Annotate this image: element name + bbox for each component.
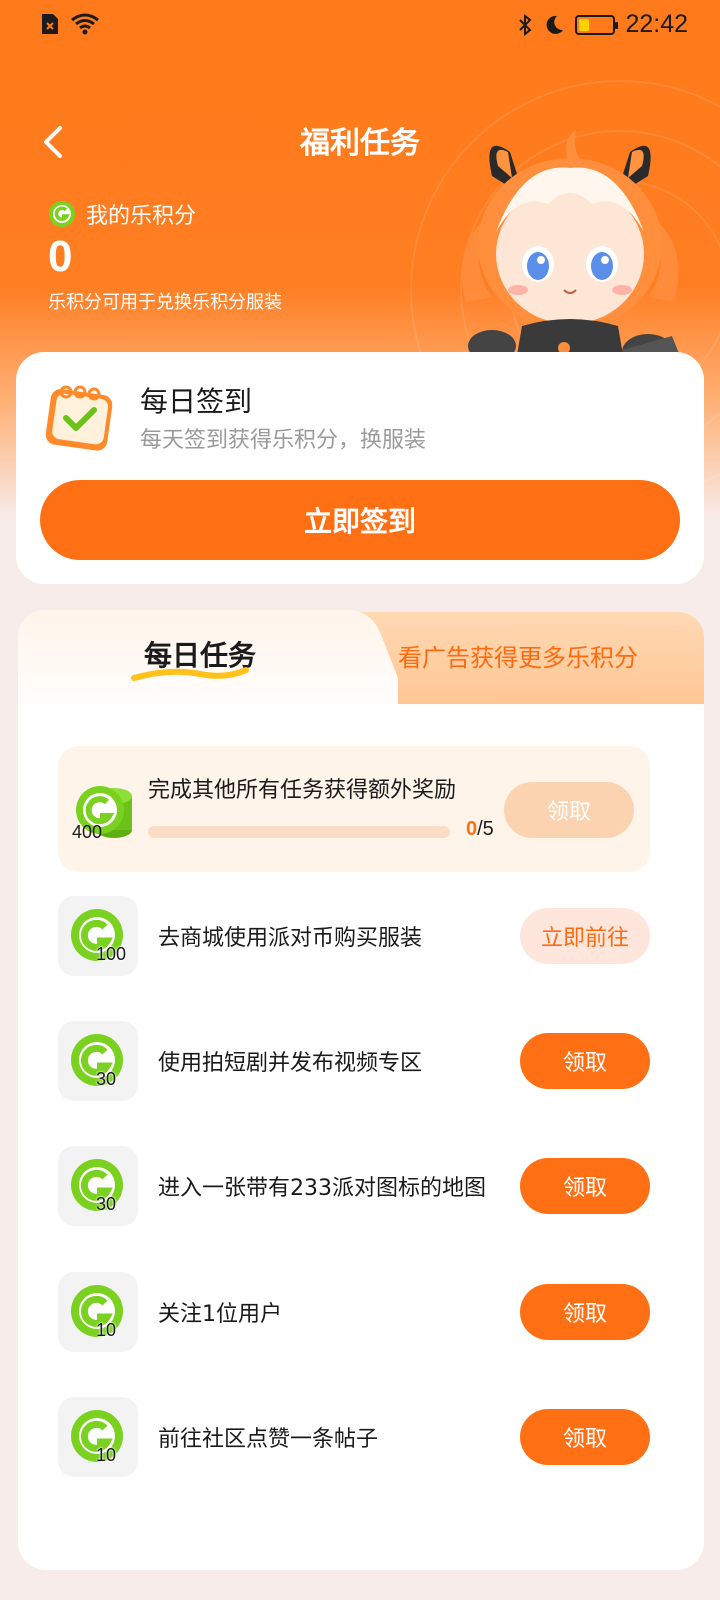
bonus-title: 完成其他所有任务获得额外奖励: [148, 778, 457, 803]
points-description: 乐积分可用于兑换乐积分服装: [48, 292, 282, 313]
task-reward-amount: 30: [96, 1194, 117, 1214]
task-icon-box: 30: [58, 1021, 138, 1101]
task-row: 100 去商城使用派对币购买服装 立即前往: [58, 896, 650, 976]
bonus-progress-total: /5: [477, 818, 494, 840]
mascot-illustration: [461, 130, 684, 384]
daily-sign-in-card: 每日签到 每天签到获得乐积分，换服装 立即签到: [16, 352, 704, 584]
moon-icon: [547, 15, 564, 34]
bonus-progress-text: 0/5: [466, 818, 494, 841]
sign-in-subtitle: 每天签到获得乐积分，换服装: [140, 428, 427, 453]
claim-button[interactable]: 领取: [520, 1158, 650, 1214]
bonus-claim-button[interactable]: 领取: [504, 782, 634, 838]
claim-button[interactable]: 领取: [520, 1409, 650, 1465]
sign-in-title: 每日签到: [140, 385, 253, 418]
task-list-card: 400 完成其他所有任务获得额外奖励 0/5 领取 100 去商城使用派对币购买服…: [18, 704, 704, 1570]
task-icon-box: 10: [58, 1272, 138, 1352]
bonus-task: 400 完成其他所有任务获得额外奖励 0/5 领取: [58, 746, 650, 872]
task-reward-amount: 10: [96, 1445, 117, 1465]
task-icon-box: 100: [58, 896, 138, 976]
battery-icon: [575, 14, 619, 35]
sim-icon: [42, 14, 58, 34]
task-row: 30 使用拍短剧并发布视频专区 领取: [58, 1021, 650, 1101]
task-reward-amount: 100: [96, 944, 127, 964]
task-reward-amount: 10: [96, 1320, 117, 1340]
task-description: 前往社区点赞一条帖子: [158, 1427, 379, 1452]
bonus-amount: 400: [72, 822, 103, 842]
task-reward-amount: 30: [96, 1069, 117, 1089]
bluetooth-icon: [519, 13, 532, 36]
task-description: 进入一张带有233派对图标的地图: [158, 1176, 486, 1201]
sign-in-button[interactable]: 立即签到: [40, 480, 680, 560]
bonus-progress-current: 0: [466, 818, 478, 840]
active-tab-underline: [131, 667, 249, 681]
chevron-up-icon[interactable]: [660, 358, 684, 376]
points-label: 我的乐积分: [86, 204, 197, 229]
points-value: 0: [48, 232, 73, 281]
task-description: 使用拍短剧并发布视频专区: [158, 1051, 423, 1076]
bonus-progress-bar: [148, 826, 450, 838]
task-row: 10 关注1位用户 领取: [58, 1272, 650, 1352]
status-bar: 22:42: [0, 0, 720, 48]
task-icon-box: 30: [58, 1146, 138, 1226]
claim-button[interactable]: 领取: [520, 1033, 650, 1089]
claim-button[interactable]: 领取: [520, 1284, 650, 1340]
task-description: 关注1位用户: [158, 1302, 282, 1327]
tab-watch-ads-label: 看广告获得更多乐积分: [398, 644, 638, 672]
go-now-button[interactable]: 立即前往: [520, 908, 650, 964]
task-icon-box: 10: [58, 1397, 138, 1477]
wifi-icon: [71, 13, 99, 35]
points-label-row: 我的乐积分: [48, 198, 196, 230]
task-description: 去商城使用派对币购买服装: [158, 926, 423, 951]
task-row: 10 前往社区点赞一条帖子 领取: [58, 1397, 650, 1477]
status-time: 22:42: [625, 10, 688, 38]
task-row: 30 进入一张带有233派对图标的地图 领取: [58, 1146, 650, 1226]
g-coin-icon: [49, 201, 75, 227]
calendar-check-icon: [45, 385, 113, 451]
